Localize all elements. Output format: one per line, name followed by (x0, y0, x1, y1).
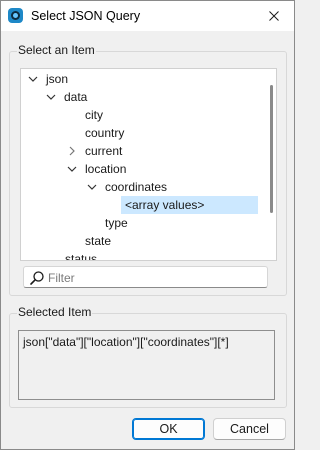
chevron-down-icon[interactable] (66, 163, 78, 175)
tree-node-coordinates[interactable]: coordinates (105, 178, 167, 196)
selected-item-group-label: Selected Item (17, 305, 93, 319)
select-item-group-label: Select an Item (17, 43, 96, 57)
tree-node-current[interactable]: current (85, 142, 122, 160)
tree-node-type[interactable]: type (105, 214, 128, 232)
filter-field[interactable] (23, 266, 268, 288)
ok-button[interactable]: OK (132, 418, 205, 440)
app-icon (8, 8, 23, 23)
tree-node-array-values[interactable]: <array values> (121, 196, 258, 214)
close-button[interactable] (254, 1, 294, 31)
chevron-down-icon[interactable] (86, 181, 98, 193)
tree-node-status[interactable]: status (65, 250, 97, 260)
chevron-down-icon[interactable] (45, 91, 57, 103)
search-icon (30, 271, 44, 285)
selected-item-value: json["data"]["location"]["coordinates"][… (23, 335, 229, 349)
json-tree[interactable]: json data city country current location … (20, 68, 277, 261)
selected-item-box[interactable]: json["data"]["location"]["coordinates"][… (18, 330, 275, 400)
tree-node-country[interactable]: country (85, 124, 124, 142)
tree-node-json[interactable]: json (46, 70, 68, 88)
tree-node-location[interactable]: location (85, 160, 126, 178)
chevron-down-icon[interactable] (27, 73, 39, 85)
tree-node-city[interactable]: city (85, 106, 103, 124)
filter-input[interactable] (48, 269, 258, 286)
close-icon (269, 11, 279, 21)
cancel-button[interactable]: Cancel (213, 418, 286, 440)
dialog-window: Select JSON Query Select an Item json da… (0, 0, 295, 450)
window-title: Select JSON Query (31, 9, 141, 23)
tree-node-data[interactable]: data (64, 88, 87, 106)
tree-scrollbar-thumb[interactable] (270, 85, 273, 213)
title-bar: Select JSON Query (1, 1, 294, 31)
chevron-right-icon[interactable] (66, 145, 78, 157)
tree-scrollbar[interactable] (268, 71, 274, 258)
tree-node-state[interactable]: state (85, 232, 111, 250)
